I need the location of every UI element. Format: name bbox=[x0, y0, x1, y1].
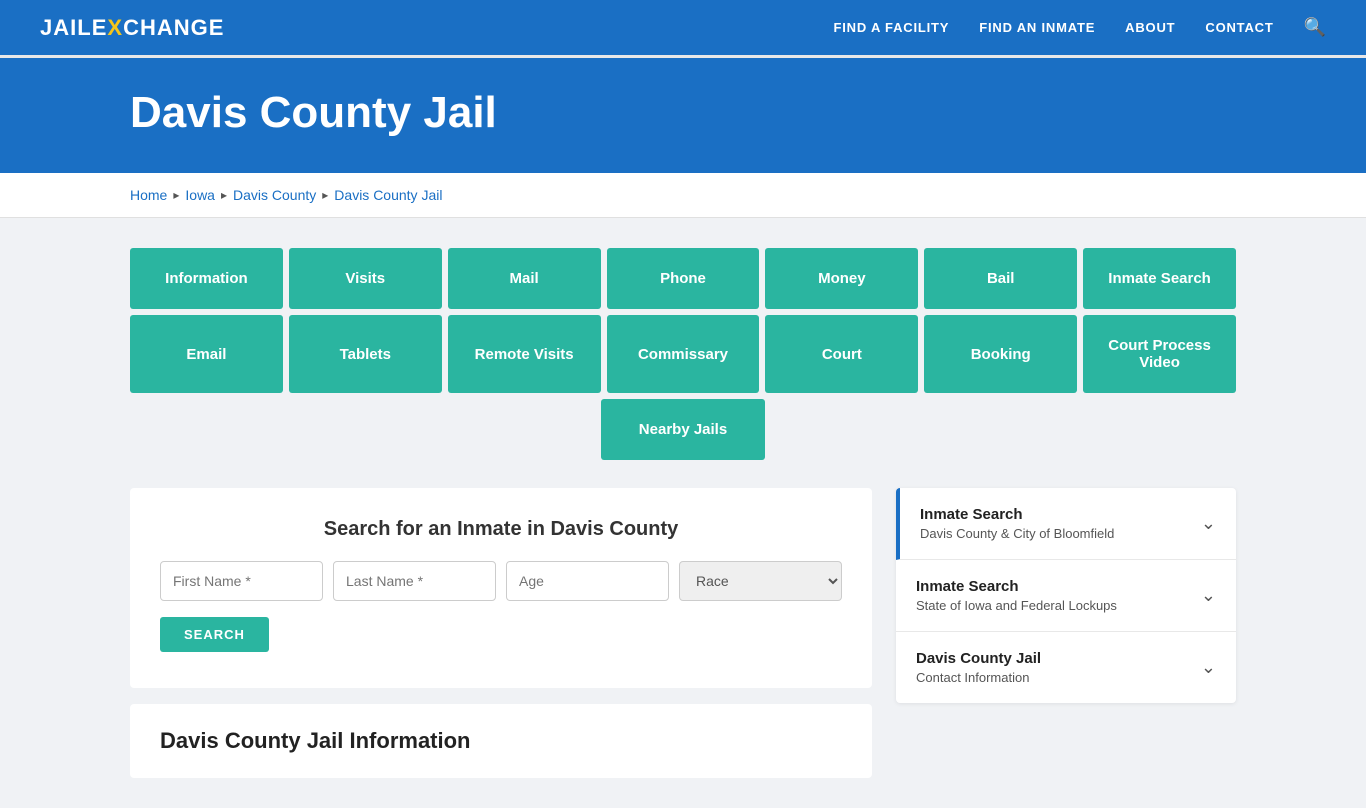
search-title: Search for an Inmate in Davis County bbox=[160, 518, 842, 541]
sidebar-item-3-subtitle: Contact Information bbox=[916, 670, 1041, 685]
breadcrumb-davis-county[interactable]: Davis County bbox=[233, 187, 316, 203]
search-icon[interactable]: 🔍 bbox=[1304, 17, 1326, 38]
nav-find-facility[interactable]: FIND A FACILITY bbox=[833, 20, 949, 35]
sidebar-item-inmate-search-2[interactable]: Inmate Search State of Iowa and Federal … bbox=[896, 560, 1236, 632]
btn-phone[interactable]: Phone bbox=[607, 248, 760, 309]
sidebar-item-3-text: Davis County Jail Contact Information bbox=[916, 650, 1041, 685]
breadcrumb-home[interactable]: Home bbox=[130, 187, 167, 203]
btn-commissary[interactable]: Commissary bbox=[607, 315, 760, 393]
btn-booking[interactable]: Booking bbox=[924, 315, 1077, 393]
chevron-down-icon-2: ⌄ bbox=[1201, 585, 1216, 606]
breadcrumb-bar: Home ▸ Iowa ▸ Davis County ▸ Davis Count… bbox=[0, 173, 1366, 218]
age-input[interactable] bbox=[506, 561, 669, 601]
btn-mail[interactable]: Mail bbox=[448, 248, 601, 309]
btn-nearby-jails[interactable]: Nearby Jails bbox=[601, 399, 765, 460]
search-inputs: Race White Black Hispanic Asian Native A… bbox=[160, 561, 842, 601]
breadcrumb-current: Davis County Jail bbox=[334, 187, 442, 203]
sidebar-item-3-title: Davis County Jail bbox=[916, 650, 1041, 667]
btn-bail[interactable]: Bail bbox=[924, 248, 1077, 309]
sidebar-item-1-title: Inmate Search bbox=[920, 506, 1114, 523]
breadcrumb: Home ▸ Iowa ▸ Davis County ▸ Davis Count… bbox=[130, 187, 1236, 203]
btn-court-process-video[interactable]: Court Process Video bbox=[1083, 315, 1236, 393]
buttons-row-1: Information Visits Mail Phone Money Bail… bbox=[130, 248, 1236, 309]
btn-remote-visits[interactable]: Remote Visits bbox=[448, 315, 601, 393]
sidebar-item-2-title: Inmate Search bbox=[916, 578, 1117, 595]
btn-inmate-search[interactable]: Inmate Search bbox=[1083, 248, 1236, 309]
breadcrumb-sep-2: ▸ bbox=[221, 188, 227, 202]
info-section: Davis County Jail Information bbox=[130, 704, 872, 778]
left-column: Search for an Inmate in Davis County Rac… bbox=[130, 488, 872, 778]
sidebar-item-1-subtitle: Davis County & City of Bloomfield bbox=[920, 526, 1114, 541]
sidebar-item-2-subtitle: State of Iowa and Federal Lockups bbox=[916, 598, 1117, 613]
nav-contact[interactable]: CONTACT bbox=[1205, 20, 1273, 35]
btn-email[interactable]: Email bbox=[130, 315, 283, 393]
btn-information[interactable]: Information bbox=[130, 248, 283, 309]
info-title: Davis County Jail Information bbox=[160, 728, 842, 754]
btn-court[interactable]: Court bbox=[765, 315, 918, 393]
btn-tablets[interactable]: Tablets bbox=[289, 315, 442, 393]
buttons-row-3: Nearby Jails bbox=[130, 399, 1236, 460]
nav-about[interactable]: ABOUT bbox=[1125, 20, 1175, 35]
page-title: Davis County Jail bbox=[130, 88, 1326, 138]
sidebar-panel: Inmate Search Davis County & City of Blo… bbox=[896, 488, 1236, 703]
chevron-down-icon-3: ⌄ bbox=[1201, 657, 1216, 678]
search-button[interactable]: SEARCH bbox=[160, 617, 269, 652]
hero-section: Davis County Jail bbox=[0, 58, 1366, 173]
sidebar-item-inmate-search-1[interactable]: Inmate Search Davis County & City of Blo… bbox=[896, 488, 1236, 560]
breadcrumb-sep-3: ▸ bbox=[322, 188, 328, 202]
breadcrumb-sep-1: ▸ bbox=[173, 188, 179, 202]
last-name-input[interactable] bbox=[333, 561, 496, 601]
sidebar-item-contact-info[interactable]: Davis County Jail Contact Information ⌄ bbox=[896, 632, 1236, 703]
nav-find-inmate[interactable]: FIND AN INMATE bbox=[979, 20, 1095, 35]
site-logo[interactable]: JAILEXCHANGE bbox=[40, 15, 224, 41]
race-select[interactable]: Race White Black Hispanic Asian Native A… bbox=[679, 561, 842, 601]
buttons-row-2: Email Tablets Remote Visits Commissary C… bbox=[130, 315, 1236, 393]
sidebar-item-2-text: Inmate Search State of Iowa and Federal … bbox=[916, 578, 1117, 613]
content-row: Search for an Inmate in Davis County Rac… bbox=[130, 488, 1236, 778]
btn-money[interactable]: Money bbox=[765, 248, 918, 309]
nav-links: FIND A FACILITY FIND AN INMATE ABOUT CON… bbox=[833, 17, 1326, 38]
chevron-down-icon-1: ⌄ bbox=[1201, 513, 1216, 534]
navigation: JAILEXCHANGE FIND A FACILITY FIND AN INM… bbox=[0, 0, 1366, 58]
sidebar-item-1-text: Inmate Search Davis County & City of Blo… bbox=[920, 506, 1114, 541]
search-panel: Search for an Inmate in Davis County Rac… bbox=[130, 488, 872, 688]
btn-visits[interactable]: Visits bbox=[289, 248, 442, 309]
breadcrumb-iowa[interactable]: Iowa bbox=[185, 187, 215, 203]
first-name-input[interactable] bbox=[160, 561, 323, 601]
main-content: Information Visits Mail Phone Money Bail… bbox=[0, 218, 1366, 808]
